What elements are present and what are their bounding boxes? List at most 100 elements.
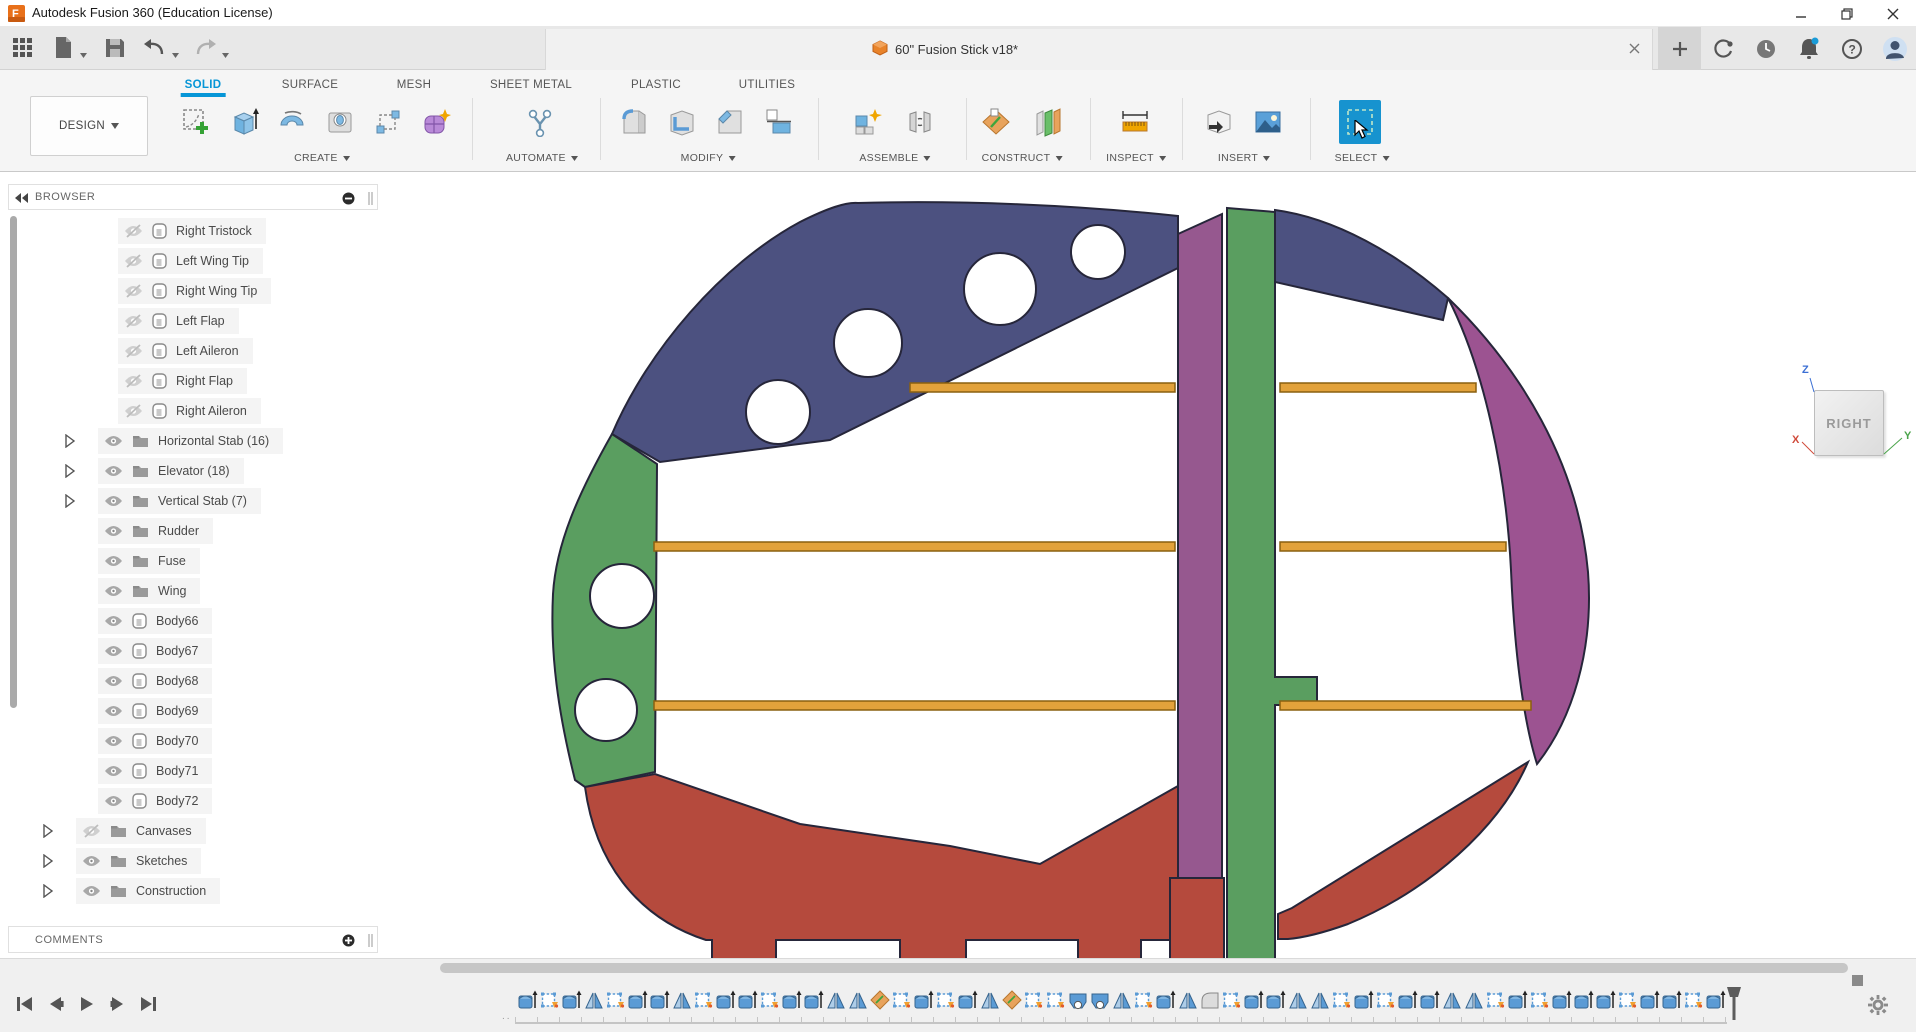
browser-item-body68[interactable]: Body68 [8,666,378,696]
browser-item-body72[interactable]: Body72 [8,786,378,816]
display-settings-toggle-icon[interactable] [342,192,355,205]
browser-item-right-flap[interactable]: Right Flap [8,366,378,396]
visibility-eye-icon[interactable] [104,705,123,717]
timeline-feature-extrude-icon[interactable] [1398,989,1418,1015]
timeline-feature-mirror-icon[interactable] [672,989,692,1015]
timeline-feature-sketch-icon[interactable] [1486,989,1506,1015]
maximize-button[interactable] [1824,0,1870,27]
timeline-feature-sketch-icon[interactable] [1332,989,1352,1015]
expand-arrow-icon[interactable] [42,854,56,868]
timeline-settings-gear-icon[interactable] [1868,995,1888,1020]
undo-dropdown-caret[interactable] [172,45,180,53]
model-red-bottom[interactable] [585,774,1178,958]
model-navy-left-band[interactable] [612,202,1178,462]
timeline-feature-plane-icon[interactable] [1002,989,1022,1015]
notifications-icon[interactable] [1787,27,1830,70]
browser-item-right-wing-tip[interactable]: Right Wing Tip [8,276,378,306]
timeline-feature-sketch-icon[interactable] [1376,989,1396,1015]
expand-arrow-icon[interactable] [64,494,78,508]
timeline-feature-sketch-icon[interactable] [1684,989,1704,1015]
timeline-feature-sketch-icon[interactable] [606,989,626,1015]
add-comment-icon[interactable] [342,934,355,947]
tab-sheet-metal[interactable]: SHEET METAL [486,76,576,94]
timeline-feature-extrude-icon[interactable] [716,989,736,1015]
model-green-strip[interactable] [1227,208,1317,958]
tab-mesh[interactable]: MESH [393,76,435,94]
profile-icon[interactable] [1873,27,1916,70]
browser-item-elevator-18[interactable]: Elevator (18) [8,456,378,486]
panel-grip-icon[interactable] [368,192,373,205]
timeline-feature-sketch-icon[interactable] [936,989,956,1015]
pattern-tool-button[interactable] [367,100,409,144]
timeline-feature-extrude-icon[interactable] [914,989,934,1015]
browser-item-wing[interactable]: Wing [8,576,378,606]
timeline-feature-mirror-icon[interactable] [826,989,846,1015]
comments-panel[interactable]: COMMENTS [8,926,378,953]
timeline-position-marker[interactable] [1726,987,1742,1026]
group-label-inspect[interactable]: INSPECT [1106,152,1166,164]
file-new-icon[interactable] [50,35,76,61]
expand-arrow-icon[interactable] [64,464,78,478]
visibility-eye-icon[interactable] [104,465,123,477]
timeline-feature-extrude-icon[interactable] [1244,989,1264,1015]
timeline-feature-extrude-icon[interactable] [958,989,978,1015]
timeline-feature-extrude-icon[interactable] [650,989,670,1015]
model-green-left[interactable] [552,434,657,787]
item-label[interactable]: Left Flap [176,314,225,328]
visibility-eye-icon[interactable] [104,735,123,747]
timeline-feature-extrude-icon[interactable] [1640,989,1660,1015]
timeline-feature-hole-icon[interactable] [1068,989,1088,1015]
browser-item-body70[interactable]: Body70 [8,726,378,756]
revolve-tool-button[interactable] [271,100,313,144]
expand-arrow-icon[interactable] [42,884,56,898]
visibility-eye-icon[interactable] [104,675,123,687]
visibility-eye-off-icon[interactable] [124,224,143,238]
add-tab-icon[interactable] [1658,27,1701,70]
item-label[interactable]: Body68 [156,674,198,688]
view-cube-face[interactable]: RIGHT [1814,390,1884,456]
item-label[interactable]: Left Wing Tip [176,254,249,268]
visibility-eye-icon[interactable] [104,435,123,447]
timeline-feature-extrude-icon[interactable] [1662,989,1682,1015]
browser-item-sketches[interactable]: Sketches [8,846,378,876]
minimize-button[interactable] [1778,0,1824,27]
item-label[interactable]: Body72 [156,794,198,808]
timeline-feature-extrude-icon[interactable] [1354,989,1374,1015]
timeline-feature-sketch-icon[interactable] [540,989,560,1015]
timeline-feature-extrude-icon[interactable] [1552,989,1572,1015]
timeline-feature-hole-icon[interactable] [1090,989,1110,1015]
visibility-eye-icon[interactable] [104,795,123,807]
timeline-feature-mirror-icon[interactable] [1310,989,1330,1015]
visibility-eye-icon[interactable] [82,855,101,867]
app-grid-icon[interactable] [10,35,36,61]
browser-item-body71[interactable]: Body71 [8,756,378,786]
group-label-insert[interactable]: INSERT [1218,152,1270,164]
timeline-feature-sketch-icon[interactable] [694,989,714,1015]
timeline-feature-extrude-icon[interactable] [1596,989,1616,1015]
save-icon[interactable] [102,35,128,61]
group-label-modify[interactable]: MODIFY [681,152,736,164]
visibility-eye-icon[interactable] [104,765,123,777]
timeline-feature-extrude-icon[interactable] [738,989,758,1015]
visibility-eye-icon[interactable] [104,555,123,567]
item-label[interactable]: Body71 [156,764,198,778]
timeline-feature-mirror-icon[interactable] [848,989,868,1015]
timeline-feature-extrude-icon[interactable] [782,989,802,1015]
model-purple-crescent[interactable] [1448,298,1589,764]
play-button[interactable] [76,993,98,1015]
extrude-tool-button[interactable] [223,100,265,144]
create-form-tool-button[interactable] [415,100,457,144]
step-back-button[interactable] [45,993,67,1015]
timeline-feature-extrude-icon[interactable] [1156,989,1176,1015]
extensions-icon[interactable] [1701,27,1744,70]
browser-item-canvases[interactable]: Canvases [8,816,378,846]
timeline-feature-mirror-icon[interactable] [1112,989,1132,1015]
timeline-feature-sketch-icon[interactable] [1222,989,1242,1015]
timeline-feature-sketch-icon[interactable] [1530,989,1550,1015]
item-label[interactable]: Horizontal Stab (16) [158,434,269,448]
model-purple-strip[interactable] [1178,214,1222,878]
group-label-construct[interactable]: CONSTRUCT [982,152,1063,164]
timeline-feature-fillet-icon[interactable] [1200,989,1220,1015]
visibility-eye-off-icon[interactable] [124,374,143,388]
timeline-feature-mirror-icon[interactable] [1178,989,1198,1015]
